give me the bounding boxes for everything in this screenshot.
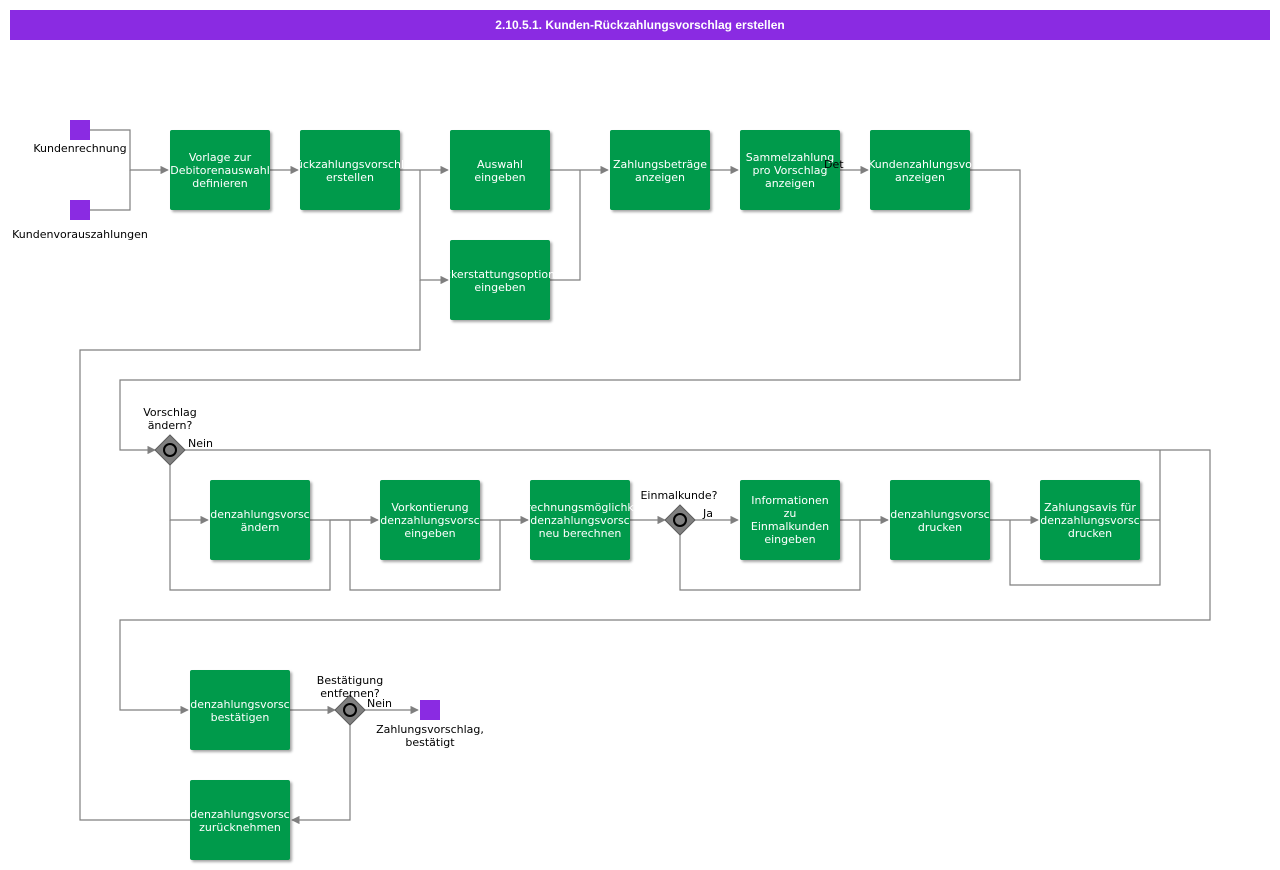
task-zahlungsavis-drucken[interactable]: Zahlungsavis für denzahlungsvorsc drucke… bbox=[1040, 480, 1140, 560]
gateway-branch-label: Ja bbox=[702, 507, 713, 520]
task-label: anzeigen bbox=[765, 177, 815, 190]
task-label: denzahlungsvorsc bbox=[530, 514, 629, 527]
gateway-branch-label: Nein bbox=[367, 697, 392, 710]
task-kundenzahlungsvorschlag-bestaetigen[interactable]: denzahlungsvorsc bestätigen bbox=[190, 670, 290, 750]
task-label: Kundenzahlungsvo bbox=[868, 158, 972, 171]
task-label: Vorlage zur bbox=[189, 151, 252, 164]
edge-t2-t4 bbox=[419, 170, 449, 285]
task-rueckerstattungsoption-eingeben[interactable]: ckerstattungsoption eingeben bbox=[445, 240, 555, 320]
task-einmalkunden-informationen-eingeben[interactable]: Informationen zu Einmalkunden eingeben bbox=[740, 480, 840, 560]
task-label: Auswahl bbox=[477, 158, 523, 171]
task-label: Vorkontierung bbox=[391, 501, 468, 514]
task-label: drucken bbox=[1068, 527, 1112, 540]
task-label: Informationen bbox=[751, 494, 828, 507]
edge-start2-t1 bbox=[90, 170, 131, 211]
task-label: definieren bbox=[192, 177, 248, 190]
start-event-label: Kundenvorauszahlungen bbox=[12, 228, 148, 241]
task-label: zu bbox=[784, 507, 797, 520]
task-label: pro Vorschlag bbox=[753, 164, 828, 177]
gateway-question: Vorschlag bbox=[143, 406, 196, 419]
task-label: denzahlungsvorsc bbox=[380, 514, 479, 527]
task-label: denzahlungsvorsc bbox=[890, 508, 989, 521]
task-label: Debitorenauswahl bbox=[170, 164, 270, 177]
task-label: denzahlungsvorsc bbox=[190, 808, 289, 821]
task-label: ckerstattungsoption bbox=[445, 268, 555, 281]
task-label: erstellen bbox=[326, 171, 374, 184]
process-flow-diagram: Kundenrechnung Kundenvorauszahlungen Zah… bbox=[12, 120, 1211, 860]
start-event-label: Kundenrechnung bbox=[33, 142, 126, 155]
task-zahlungsbetraege-anzeigen[interactable]: Zahlungsbeträge anzeigen bbox=[610, 130, 710, 210]
task-label: bestätigen bbox=[211, 711, 270, 724]
task-label: drucken bbox=[918, 521, 962, 534]
gateway-branch-label: Nein bbox=[188, 437, 213, 450]
task-kundenzahlungsvorschlag-drucken[interactable]: denzahlungsvorsc drucken bbox=[890, 480, 990, 560]
task-vorkontierung-eingeben[interactable]: Vorkontierung denzahlungsvorsc eingeben bbox=[380, 480, 480, 560]
task-label: Sammelzahlung bbox=[746, 151, 834, 164]
edge-label-detail: Det bbox=[824, 158, 844, 171]
task-kundenzahlungsvorschlag-zuruecknehmen[interactable]: denzahlungsvorsc zurücknehmen bbox=[190, 780, 290, 860]
edge-t7-g1 bbox=[119, 169, 1021, 455]
task-label: zurücknehmen bbox=[199, 821, 281, 834]
task-label: anzeigen bbox=[635, 171, 685, 184]
task-label: denzahlungsvorsc bbox=[210, 508, 309, 521]
task-verrechnungsmoeglichkeit-neu-berechnen[interactable]: rechnungsmöglichk denzahlungsvorsc neu b… bbox=[526, 480, 634, 560]
task-rueckzahlungsvorschlag-erstellen[interactable]: ückzahlungsvorschl erstellen bbox=[296, 130, 404, 210]
task-label: Einmalkunden bbox=[751, 520, 829, 533]
edge-g1-t8 bbox=[169, 465, 209, 525]
task-kundenzahlungsvorschlag-anzeigen[interactable]: Kundenzahlungsvo anzeigen bbox=[868, 130, 972, 210]
task-label: Zahlungsavis für bbox=[1044, 501, 1136, 514]
task-label: rechnungsmöglichk bbox=[526, 501, 634, 514]
task-vorlage-debitorenauswahl[interactable]: Vorlage zur Debitorenauswahl definieren bbox=[170, 130, 270, 210]
end-event-zahlungsvorschlag-bestaetigt[interactable] bbox=[420, 700, 440, 720]
task-label: ückzahlungsvorschl bbox=[296, 158, 404, 171]
edge-t4-t5 bbox=[550, 170, 581, 281]
task-label: eingeben bbox=[474, 171, 525, 184]
end-event-label: bestätigt bbox=[405, 736, 455, 749]
task-auswahl-eingeben[interactable]: Auswahl eingeben bbox=[450, 130, 550, 210]
start-event-kundenrechnung[interactable] bbox=[70, 120, 90, 140]
start-event-kundenvorauszahlungen[interactable] bbox=[70, 200, 90, 220]
gateway-einmalkunde[interactable] bbox=[664, 504, 696, 536]
gateway-vorschlag-aendern[interactable] bbox=[154, 434, 186, 466]
task-label: eingeben bbox=[474, 281, 525, 294]
task-label: neu berechnen bbox=[539, 527, 622, 540]
edge-g3-t15 bbox=[291, 725, 351, 825]
task-label: ändern bbox=[241, 521, 280, 534]
gateway-question: ändern? bbox=[148, 419, 193, 432]
task-label: denzahlungsvorsc bbox=[1040, 514, 1139, 527]
task-kundenzahlungsvorschlag-aendern[interactable]: denzahlungsvorsc ändern bbox=[210, 480, 310, 560]
task-label: Zahlungsbeträge bbox=[613, 158, 707, 171]
task-label: anzeigen bbox=[895, 171, 945, 184]
end-event-label: Zahlungsvorschlag, bbox=[376, 723, 484, 736]
gateway-question: Einmalkunde? bbox=[640, 489, 717, 502]
task-label: denzahlungsvorsc bbox=[190, 698, 289, 711]
task-label: eingeben bbox=[764, 533, 815, 546]
gateway-question: Bestätigung bbox=[317, 674, 383, 687]
task-label: eingeben bbox=[404, 527, 455, 540]
